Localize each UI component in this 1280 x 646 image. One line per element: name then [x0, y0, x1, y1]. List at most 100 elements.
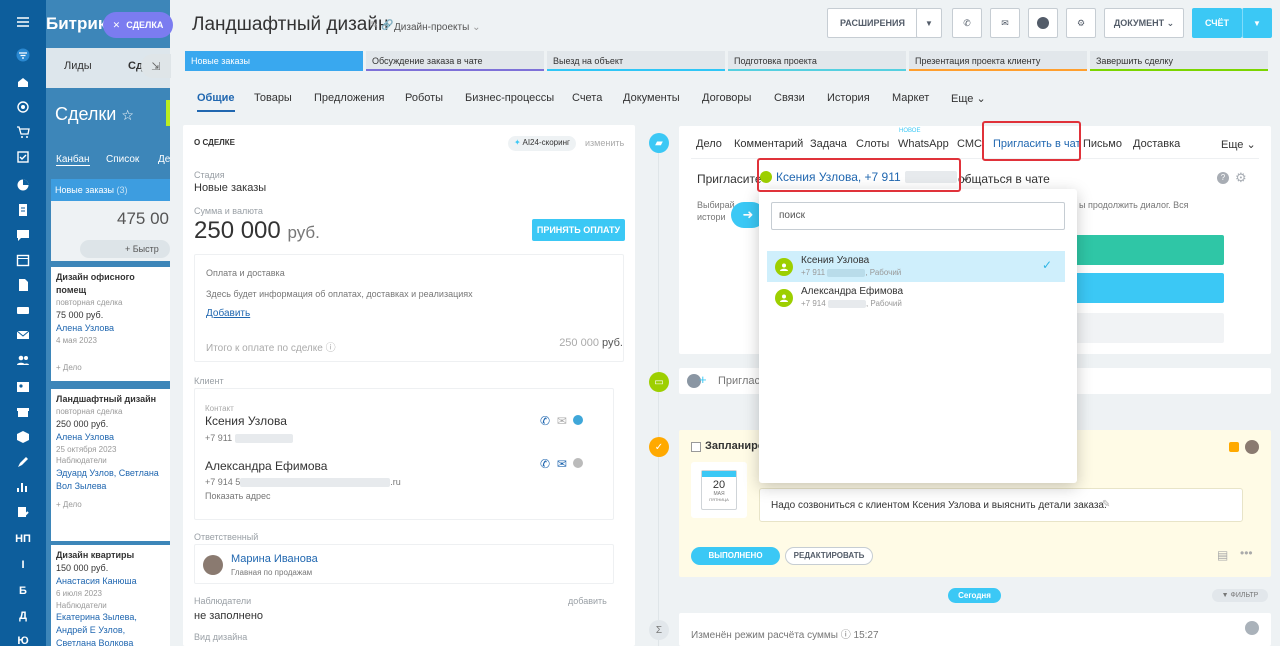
cart-icon[interactable]: [13, 125, 33, 139]
more-icon[interactable]: •••: [1240, 546, 1253, 560]
show-address-link[interactable]: Показать адрес: [205, 491, 271, 501]
contact-option[interactable]: Ксения Узлова +7 911 , Рабочий ✓: [767, 251, 1065, 282]
users-icon[interactable]: [13, 353, 33, 367]
settings-button[interactable]: ⚙: [1066, 8, 1096, 38]
deal-card[interactable]: Дизайн офисного помещ повторная сделка 7…: [51, 267, 170, 381]
chat-icon[interactable]: [573, 458, 584, 468]
checkbox-icon[interactable]: [13, 150, 33, 164]
close-icon[interactable]: ✕: [113, 20, 121, 31]
contact-name[interactable]: Ксения Узлова: [205, 414, 287, 428]
edit-icon[interactable]: ✎: [1102, 499, 1110, 510]
help-icon[interactable]: ?: [1217, 172, 1229, 184]
invite-whatsapp-button[interactable]: [1069, 235, 1224, 265]
tab-history[interactable]: История: [827, 92, 870, 104]
file-icon[interactable]: [13, 278, 33, 292]
activity-tab-sms[interactable]: СМС: [957, 138, 982, 150]
email-button[interactable]: ✉: [990, 8, 1020, 38]
invite-telegram-button[interactable]: [1069, 273, 1224, 303]
chat-icon[interactable]: [13, 228, 33, 242]
contact-phone[interactable]: +7 911: [205, 433, 293, 444]
activity-tab-whatsapp[interactable]: WhatsApp: [898, 138, 949, 150]
menu-icon[interactable]: [13, 15, 33, 29]
sum-value[interactable]: 250 000 руб.: [194, 217, 320, 245]
target-icon[interactable]: [13, 100, 33, 114]
change-link[interactable]: изменить: [585, 138, 624, 148]
add-observer-link[interactable]: добавить: [568, 596, 607, 606]
tab-more[interactable]: Еще ⌄: [951, 92, 986, 105]
activity-tab-comment[interactable]: Комментарий: [734, 138, 803, 150]
deal-card[interactable]: Ландшафтный дизайн повторная сделка 250 …: [51, 389, 170, 541]
deal-card[interactable]: Дизайн квартиры 150 000 руб. Анастасия К…: [51, 545, 170, 646]
tab-robots[interactable]: Роботы: [405, 92, 443, 104]
calendar-icon[interactable]: [13, 253, 33, 267]
activity-tab-slots[interactable]: Слоты: [856, 138, 889, 150]
note-icon[interactable]: ▤: [1217, 548, 1228, 562]
activity-tab-case[interactable]: Дело: [696, 138, 722, 150]
slider-entity-tag[interactable]: ✕ СДЕЛКА: [103, 12, 173, 38]
edit-button[interactable]: РЕДАКТИРОВАТЬ: [785, 547, 873, 565]
chart-icon[interactable]: [13, 178, 33, 192]
contact-name[interactable]: Александра Ефимова: [205, 459, 327, 473]
ai-scoring-button[interactable]: ✦ AI24-скоринг: [508, 136, 576, 151]
quick-add-button[interactable]: + Быстр: [80, 240, 170, 258]
activity-tab-letter[interactable]: Письмо: [1083, 138, 1122, 150]
stage-item[interactable]: Завершить сделку: [1090, 51, 1268, 71]
gear-icon[interactable]: ⚙: [1235, 170, 1247, 186]
contact-option[interactable]: Александра Ефимова +7 914 , Рабочий: [767, 282, 1065, 313]
mail-icon[interactable]: ✉: [557, 414, 567, 428]
invite-other-button[interactable]: [1069, 313, 1224, 343]
rail-letter-np[interactable]: НП: [13, 532, 33, 546]
box-icon[interactable]: [13, 430, 33, 444]
tab-market[interactable]: Маркет: [892, 92, 929, 104]
filter-icon[interactable]: [13, 48, 33, 62]
stage-item[interactable]: Выезд на объект: [547, 51, 725, 71]
shop-icon[interactable]: [13, 405, 33, 419]
done-button[interactable]: ВЫПОЛНЕНО: [691, 547, 780, 565]
stage-item[interactable]: Новые заказы: [185, 51, 363, 71]
activity-checkbox[interactable]: [691, 442, 701, 452]
chat-icon[interactable]: [573, 415, 584, 425]
document-button[interactable]: ДОКУМЕНТ ⌄: [1104, 8, 1184, 38]
drive-icon[interactable]: [13, 303, 33, 317]
rail-letter-yu[interactable]: Ю: [13, 634, 33, 646]
rail-letter-1[interactable]: I: [13, 558, 33, 572]
add-payment-link[interactable]: Добавить: [206, 308, 250, 319]
rail-letter-d[interactable]: Д: [13, 609, 33, 623]
tab-contracts[interactable]: Договоры: [702, 92, 751, 104]
rail-letter-b[interactable]: Б: [13, 584, 33, 598]
edit-list-icon[interactable]: [13, 505, 33, 519]
tab-documents[interactable]: Документы: [623, 92, 680, 104]
edit-title-icon[interactable]: ✎ 🔗: [370, 20, 394, 31]
invoice-dropdown-button[interactable]: ▼: [1242, 8, 1272, 38]
tab-invoices[interactable]: Счета: [572, 92, 602, 104]
observers-value[interactable]: не заполнено: [194, 610, 263, 622]
tab-general[interactable]: Общие: [197, 92, 235, 112]
contacts-icon[interactable]: [13, 380, 33, 394]
extensions-dropdown-button[interactable]: ▼: [916, 8, 942, 38]
search-input[interactable]: поиск: [771, 202, 1065, 230]
stage-item[interactable]: Подготовка проекта: [728, 51, 906, 71]
tab-products[interactable]: Товары: [254, 92, 292, 104]
stage-item[interactable]: Презентация проекта клиенту: [909, 51, 1087, 71]
pen-icon[interactable]: [13, 455, 33, 469]
accept-payment-button[interactable]: ПРИНЯТЬ ОПЛАТУ: [532, 219, 625, 241]
task-description[interactable]: Надо созвониться с клиентом Ксения Узлов…: [759, 488, 1243, 522]
category-selector[interactable]: Дизайн-проекты ⌄: [394, 22, 480, 33]
activity-tab-delivery[interactable]: Доставка: [1133, 138, 1180, 150]
stage-item[interactable]: Обсуждение заказа в чате: [366, 51, 544, 71]
phone-icon[interactable]: ✆: [540, 457, 550, 471]
extensions-button[interactable]: РАСШИРЕНИЯ: [827, 8, 918, 38]
bg-tab-leads[interactable]: Лиды: [64, 60, 92, 72]
tab-business-processes[interactable]: Бизнес-процессы: [465, 92, 554, 104]
activity-tab-more[interactable]: Еще ⌄: [1221, 138, 1256, 151]
tab-offers[interactable]: Предложения: [314, 92, 385, 104]
tab-links[interactable]: Связи: [774, 92, 805, 104]
bar-chart-icon[interactable]: [13, 480, 33, 494]
messenger-button[interactable]: [1028, 8, 1058, 38]
contact-phone[interactable]: +7 914 5 .ru: [205, 477, 401, 488]
filter-button[interactable]: ▼ ФИЛЬТР: [1212, 589, 1268, 602]
home-icon[interactable]: [13, 75, 33, 89]
document-icon[interactable]: [13, 203, 33, 217]
activity-tab-task[interactable]: Задача: [810, 138, 847, 150]
mail-icon[interactable]: ✉: [557, 457, 567, 471]
